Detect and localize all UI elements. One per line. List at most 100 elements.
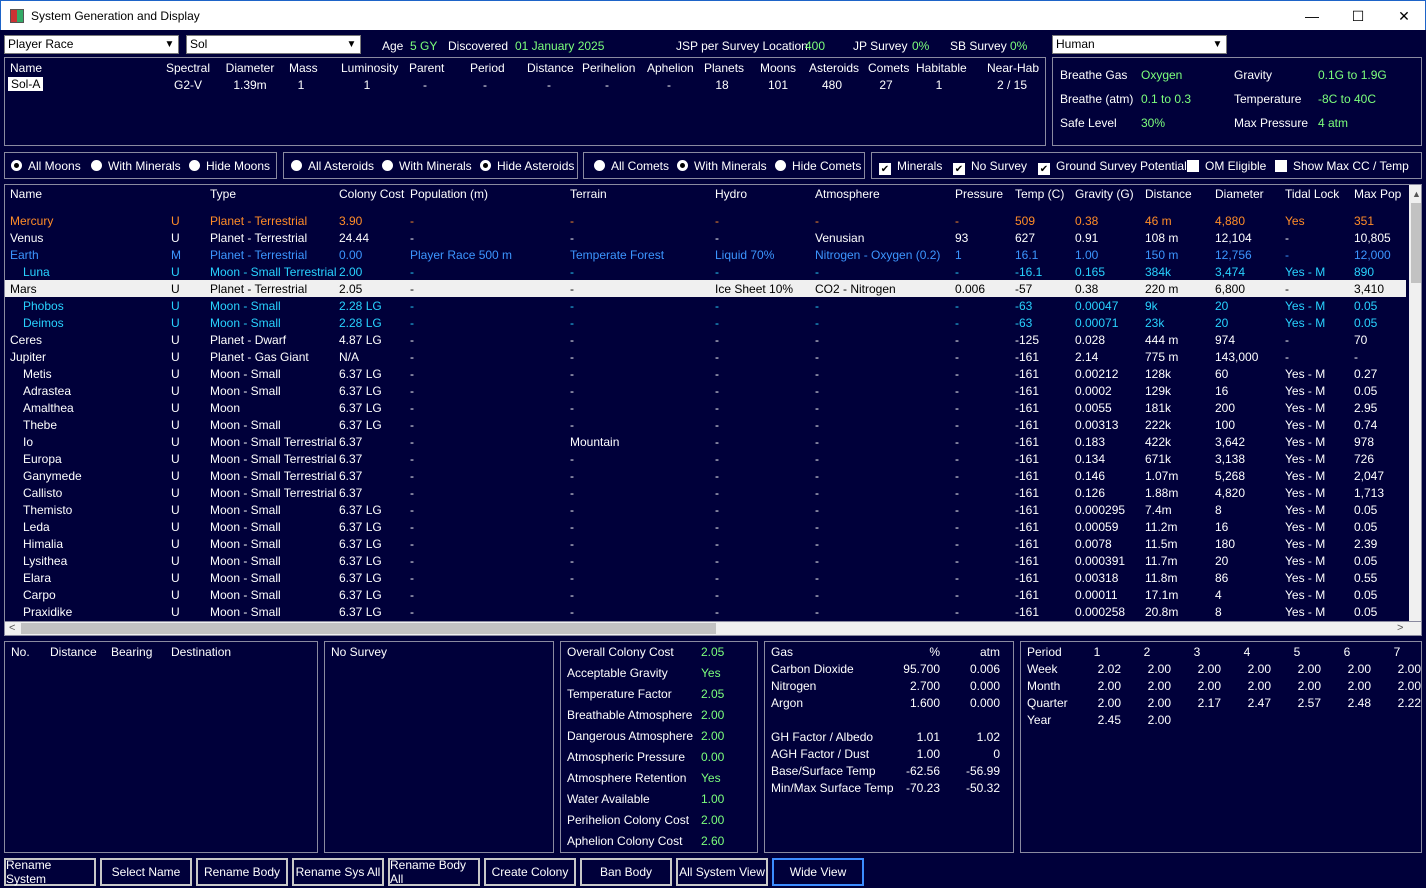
table-row[interactable]: Metis U Moon - Small 6.37 LG - - - - - -161 0.0021… xyxy=(5,365,1406,382)
hide-asteroids-radio[interactable]: Hide Asteroids xyxy=(480,159,574,173)
radio-icon xyxy=(677,160,688,171)
table-cell: 0.0002 xyxy=(1075,384,1112,398)
table-cell: 60 xyxy=(1215,367,1229,381)
table-row[interactable]: Praxidike U Moon - Small 6.37 LG - - - - - -161 0.… xyxy=(5,603,1406,620)
grid-header-cell[interactable]: Distance xyxy=(1145,187,1192,201)
table-row[interactable]: Ceres U Planet - Dwarf 4.87 LG - - - - - -125 0.02… xyxy=(5,331,1406,348)
radio-icon xyxy=(189,160,200,171)
rename-sys-all-button[interactable]: Rename Sys All xyxy=(292,858,384,886)
table-row[interactable]: Jupiter U Planet - Gas Giant N/A - - - - - -161 2.… xyxy=(5,348,1406,365)
discovered-value: 01 January 2025 xyxy=(515,39,605,53)
hide-moons-radio[interactable]: Hide Moons xyxy=(189,159,270,173)
table-cell: 6.37 xyxy=(339,435,363,449)
grid-header-cell[interactable]: Terrain xyxy=(570,187,607,201)
grid-header-cell[interactable]: Tidal Lock xyxy=(1285,187,1339,201)
hide-comets-label: Hide Comets xyxy=(792,159,862,173)
grid-header-cell[interactable]: Population (m) xyxy=(410,187,488,201)
table-row[interactable]: Himalia U Moon - Small 6.37 LG - - - - - -161 0.00… xyxy=(5,535,1406,552)
table-row[interactable]: Thebe U Moon - Small 6.37 LG - - - - - -161 0.0031… xyxy=(5,416,1406,433)
table-row[interactable]: Leda U Moon - Small 6.37 LG - - - - - -161 0.00059… xyxy=(5,518,1406,535)
table-row[interactable]: Deimos U Moon - Small 2.28 LG - - - - - -63 0.0007… xyxy=(5,314,1406,331)
asteroids-with-minerals-radio[interactable]: With Minerals xyxy=(382,159,472,173)
table-row[interactable]: Carpo U Moon - Small 6.37 LG - - - - - -161 0.0001… xyxy=(5,586,1406,603)
gas-name: Carbon Dioxide xyxy=(771,662,854,676)
table-row[interactable]: Luna U Moon - Small Terrestrial 2.00 - - - - - -1… xyxy=(5,263,1406,280)
grid-header-cell[interactable]: Pressure xyxy=(955,187,1003,201)
all-system-view-button[interactable]: All System View xyxy=(676,858,768,886)
colony-factor-value: 2.00 xyxy=(701,729,725,743)
wide-view-button[interactable]: Wide View xyxy=(772,858,864,886)
table-row[interactable]: Mars U Planet - Terrestrial 2.05 - - Ice Sheet… xyxy=(5,280,1406,297)
table-cell: -161 xyxy=(1015,384,1040,398)
grid-header-cell[interactable]: Diameter xyxy=(1215,187,1264,201)
gas-percent: 2.700 xyxy=(909,679,940,693)
temperature-value: -8C to 40C xyxy=(1318,92,1377,106)
vertical-scrollbar[interactable]: ▲ xyxy=(1409,185,1421,621)
table-cell: - xyxy=(570,554,574,568)
horizontal-scrollbar[interactable]: < > xyxy=(4,621,1422,636)
table-row[interactable]: Adrastea U Moon - Small 6.37 LG - - - - - -161 0.0… xyxy=(5,382,1406,399)
comets-with-minerals-radio[interactable]: With Minerals xyxy=(677,159,767,173)
table-row[interactable]: Europa U Moon - Small Terrestrial 6.37 - - - - -… xyxy=(5,450,1406,467)
table-row[interactable]: Io U Moon - Small Terrestrial 6.37 - Mountain… xyxy=(5,433,1406,450)
breathe-gas-label: Breathe Gas xyxy=(1060,68,1128,82)
table-row[interactable]: Lysithea U Moon - Small 6.37 LG - - - - - -161 0.0… xyxy=(5,552,1406,569)
minerals-checkbox[interactable]: ✔ Minerals xyxy=(879,159,942,175)
table-row[interactable]: Themisto U Moon - Small 6.37 LG - - - - - -161 0.0… xyxy=(5,501,1406,518)
period-header: 5 xyxy=(1293,645,1301,659)
table-cell: -161 xyxy=(1015,350,1040,364)
table-row[interactable]: Mercury U Planet - Terrestrial 3.90 - - - - - 509… xyxy=(5,212,1406,229)
hide-comets-radio[interactable]: Hide Comets xyxy=(775,159,861,173)
table-row[interactable]: Callisto U Moon - Small Terrestrial 6.37 - - -… xyxy=(5,484,1406,501)
grid-header-cell[interactable]: Atmosphere xyxy=(815,187,880,201)
moons-with-minerals-radio[interactable]: With Minerals xyxy=(91,159,181,173)
table-row[interactable]: Elara U Moon - Small 6.37 LG - - - - - -161 0.0031… xyxy=(5,569,1406,586)
period-cell: 2.22 xyxy=(1397,696,1421,710)
table-cell: 16.1 xyxy=(1015,248,1039,262)
all-comets-radio[interactable]: All Comets xyxy=(594,159,669,173)
om-eligible-checkbox[interactable]: OM Eligible xyxy=(1187,159,1266,173)
moons-with-minerals-label: With Minerals xyxy=(108,159,181,173)
scroll-left-icon[interactable]: < xyxy=(9,622,15,634)
vertical-scroll-thumb[interactable] xyxy=(1411,203,1421,283)
grid-header-cell[interactable]: Colony Cost xyxy=(339,187,404,201)
system-select[interactable]: Sol ▼ xyxy=(186,35,361,54)
colony-factor-label: Dangerous Atmosphere xyxy=(567,729,694,743)
grid-header-cell[interactable]: Hydro xyxy=(715,187,747,201)
minimize-button[interactable]: — xyxy=(1289,1,1335,31)
grid-header-cell[interactable]: Type xyxy=(210,187,236,201)
species-select[interactable]: Human ▼ xyxy=(1052,35,1227,54)
all-asteroids-radio[interactable]: All Asteroids xyxy=(291,159,374,173)
rename-body-all-button[interactable]: Rename Body All xyxy=(388,858,480,886)
rename-body-button[interactable]: Rename Body xyxy=(196,858,288,886)
colony-factor-label: Temperature Factor xyxy=(567,687,672,701)
no-survey-checkbox[interactable]: ✔ No Survey xyxy=(953,159,1027,175)
table-row[interactable]: Ganymede U Moon - Small Terrestrial 6.37 - - -… xyxy=(5,467,1406,484)
race-select[interactable]: Player Race ▼ xyxy=(4,35,179,54)
table-cell: - xyxy=(570,418,574,432)
ban-body-button[interactable]: Ban Body xyxy=(580,858,672,886)
grid-header-cell[interactable]: Temp (C) xyxy=(1015,187,1064,201)
close-button[interactable]: ✕ xyxy=(1381,1,1426,31)
rename-system-button[interactable]: Rename System xyxy=(4,858,96,886)
create-colony-button[interactable]: Create Colony xyxy=(484,858,576,886)
table-cell: 12,104 xyxy=(1215,231,1252,245)
maximize-button[interactable]: ☐ xyxy=(1335,1,1381,31)
table-row[interactable]: Venus U Planet - Terrestrial 24.44 - - - Venusi… xyxy=(5,229,1406,246)
horizontal-scroll-thumb[interactable] xyxy=(21,623,716,634)
gas-header: Gas xyxy=(771,645,794,659)
table-row[interactable]: Amalthea U Moon 6.37 LG - - - - - -161 0.0055 181k 2… xyxy=(5,399,1406,416)
scroll-right-icon[interactable]: > xyxy=(1397,622,1403,634)
ground-survey-checkbox[interactable]: ✔ Ground Survey Potential xyxy=(1038,159,1187,175)
select-name-button[interactable]: Select Name xyxy=(100,858,192,886)
table-cell: Planet - Terrestrial xyxy=(210,282,308,296)
scroll-up-icon[interactable]: ▲ xyxy=(1412,189,1421,199)
show-max-cc-checkbox[interactable]: Show Max CC / Temp xyxy=(1275,159,1409,173)
grid-header-cell[interactable]: Name xyxy=(10,187,42,201)
grid-header-cell[interactable]: Gravity (G) xyxy=(1075,187,1134,201)
table-row[interactable]: Earth M Planet - Terrestrial 0.00 Player Rac… xyxy=(5,246,1406,263)
grid-header-cell[interactable]: Max Pop xyxy=(1354,187,1401,201)
table-row[interactable]: Phobos U Moon - Small 2.28 LG - - - - - -63 0.0004… xyxy=(5,297,1406,314)
star-cell: 18 xyxy=(715,78,729,92)
all-moons-radio[interactable]: All Moons xyxy=(11,159,81,173)
